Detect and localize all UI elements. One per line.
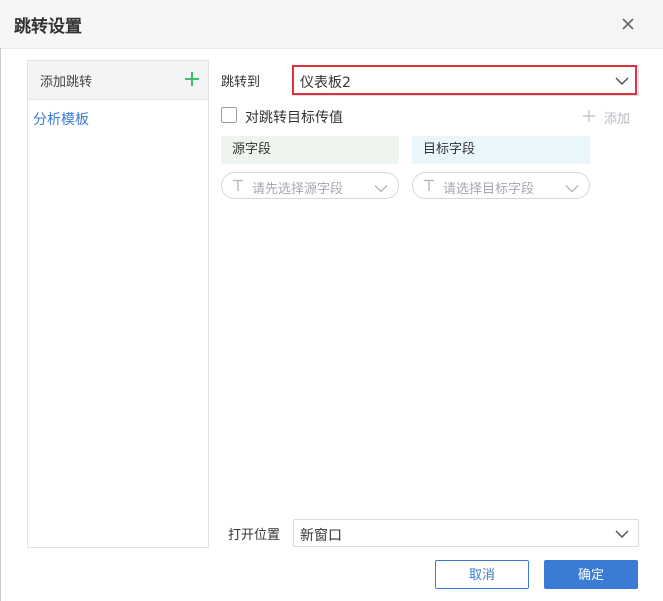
jump-settings-dialog: 跳转设置 添加跳转 分析模板 跳转到 仪表板2 对跳转目标传值 添加 源字段 目… bbox=[0, 0, 663, 601]
open-position-select[interactable]: 新窗口 bbox=[293, 519, 639, 547]
jump-list-item[interactable]: 分析模板 bbox=[33, 109, 89, 129]
plus-icon bbox=[582, 109, 596, 123]
jump-to-label: 跳转到 bbox=[221, 75, 261, 90]
chevron-down-icon bbox=[614, 528, 630, 540]
target-field-header: 目标字段 bbox=[412, 136, 590, 164]
dialog-left-edge bbox=[0, 48, 1, 601]
dialog-header: 跳转设置 bbox=[0, 0, 663, 49]
source-field-header: 源字段 bbox=[221, 136, 399, 164]
pass-value-checkbox[interactable] bbox=[221, 107, 237, 123]
jump-list-panel: 添加跳转 分析模板 bbox=[27, 60, 209, 548]
source-field-placeholder: 请先选择源字段 bbox=[252, 182, 344, 197]
open-position-label: 打开位置 bbox=[228, 528, 281, 543]
close-icon[interactable] bbox=[616, 12, 640, 36]
text-type-icon bbox=[232, 179, 244, 192]
chevron-down-icon bbox=[565, 182, 579, 193]
source-field-select[interactable]: 请先选择源字段 bbox=[221, 172, 399, 199]
cancel-button[interactable]: 取消 bbox=[435, 560, 529, 589]
text-type-icon bbox=[423, 179, 435, 192]
add-jump-label: 添加跳转 bbox=[40, 75, 93, 90]
ok-button[interactable]: 确定 bbox=[544, 560, 638, 589]
target-field-placeholder: 请选择目标字段 bbox=[443, 182, 535, 197]
target-field-select[interactable]: 请选择目标字段 bbox=[412, 172, 590, 199]
add-mapping-label: 添加 bbox=[604, 112, 631, 127]
pass-value-label: 对跳转目标传值 bbox=[245, 110, 343, 126]
chevron-down-icon bbox=[614, 75, 630, 87]
add-mapping-button[interactable]: 添加 bbox=[582, 108, 634, 127]
jump-target-select[interactable]: 仪表板2 bbox=[293, 66, 639, 96]
chevron-down-icon bbox=[374, 182, 388, 193]
plus-icon[interactable] bbox=[184, 71, 200, 87]
open-position-value: 新窗口 bbox=[300, 528, 342, 544]
jump-target-value: 仪表板2 bbox=[300, 75, 351, 91]
dialog-title: 跳转设置 bbox=[14, 17, 82, 37]
jump-list-header: 添加跳转 bbox=[28, 61, 208, 100]
